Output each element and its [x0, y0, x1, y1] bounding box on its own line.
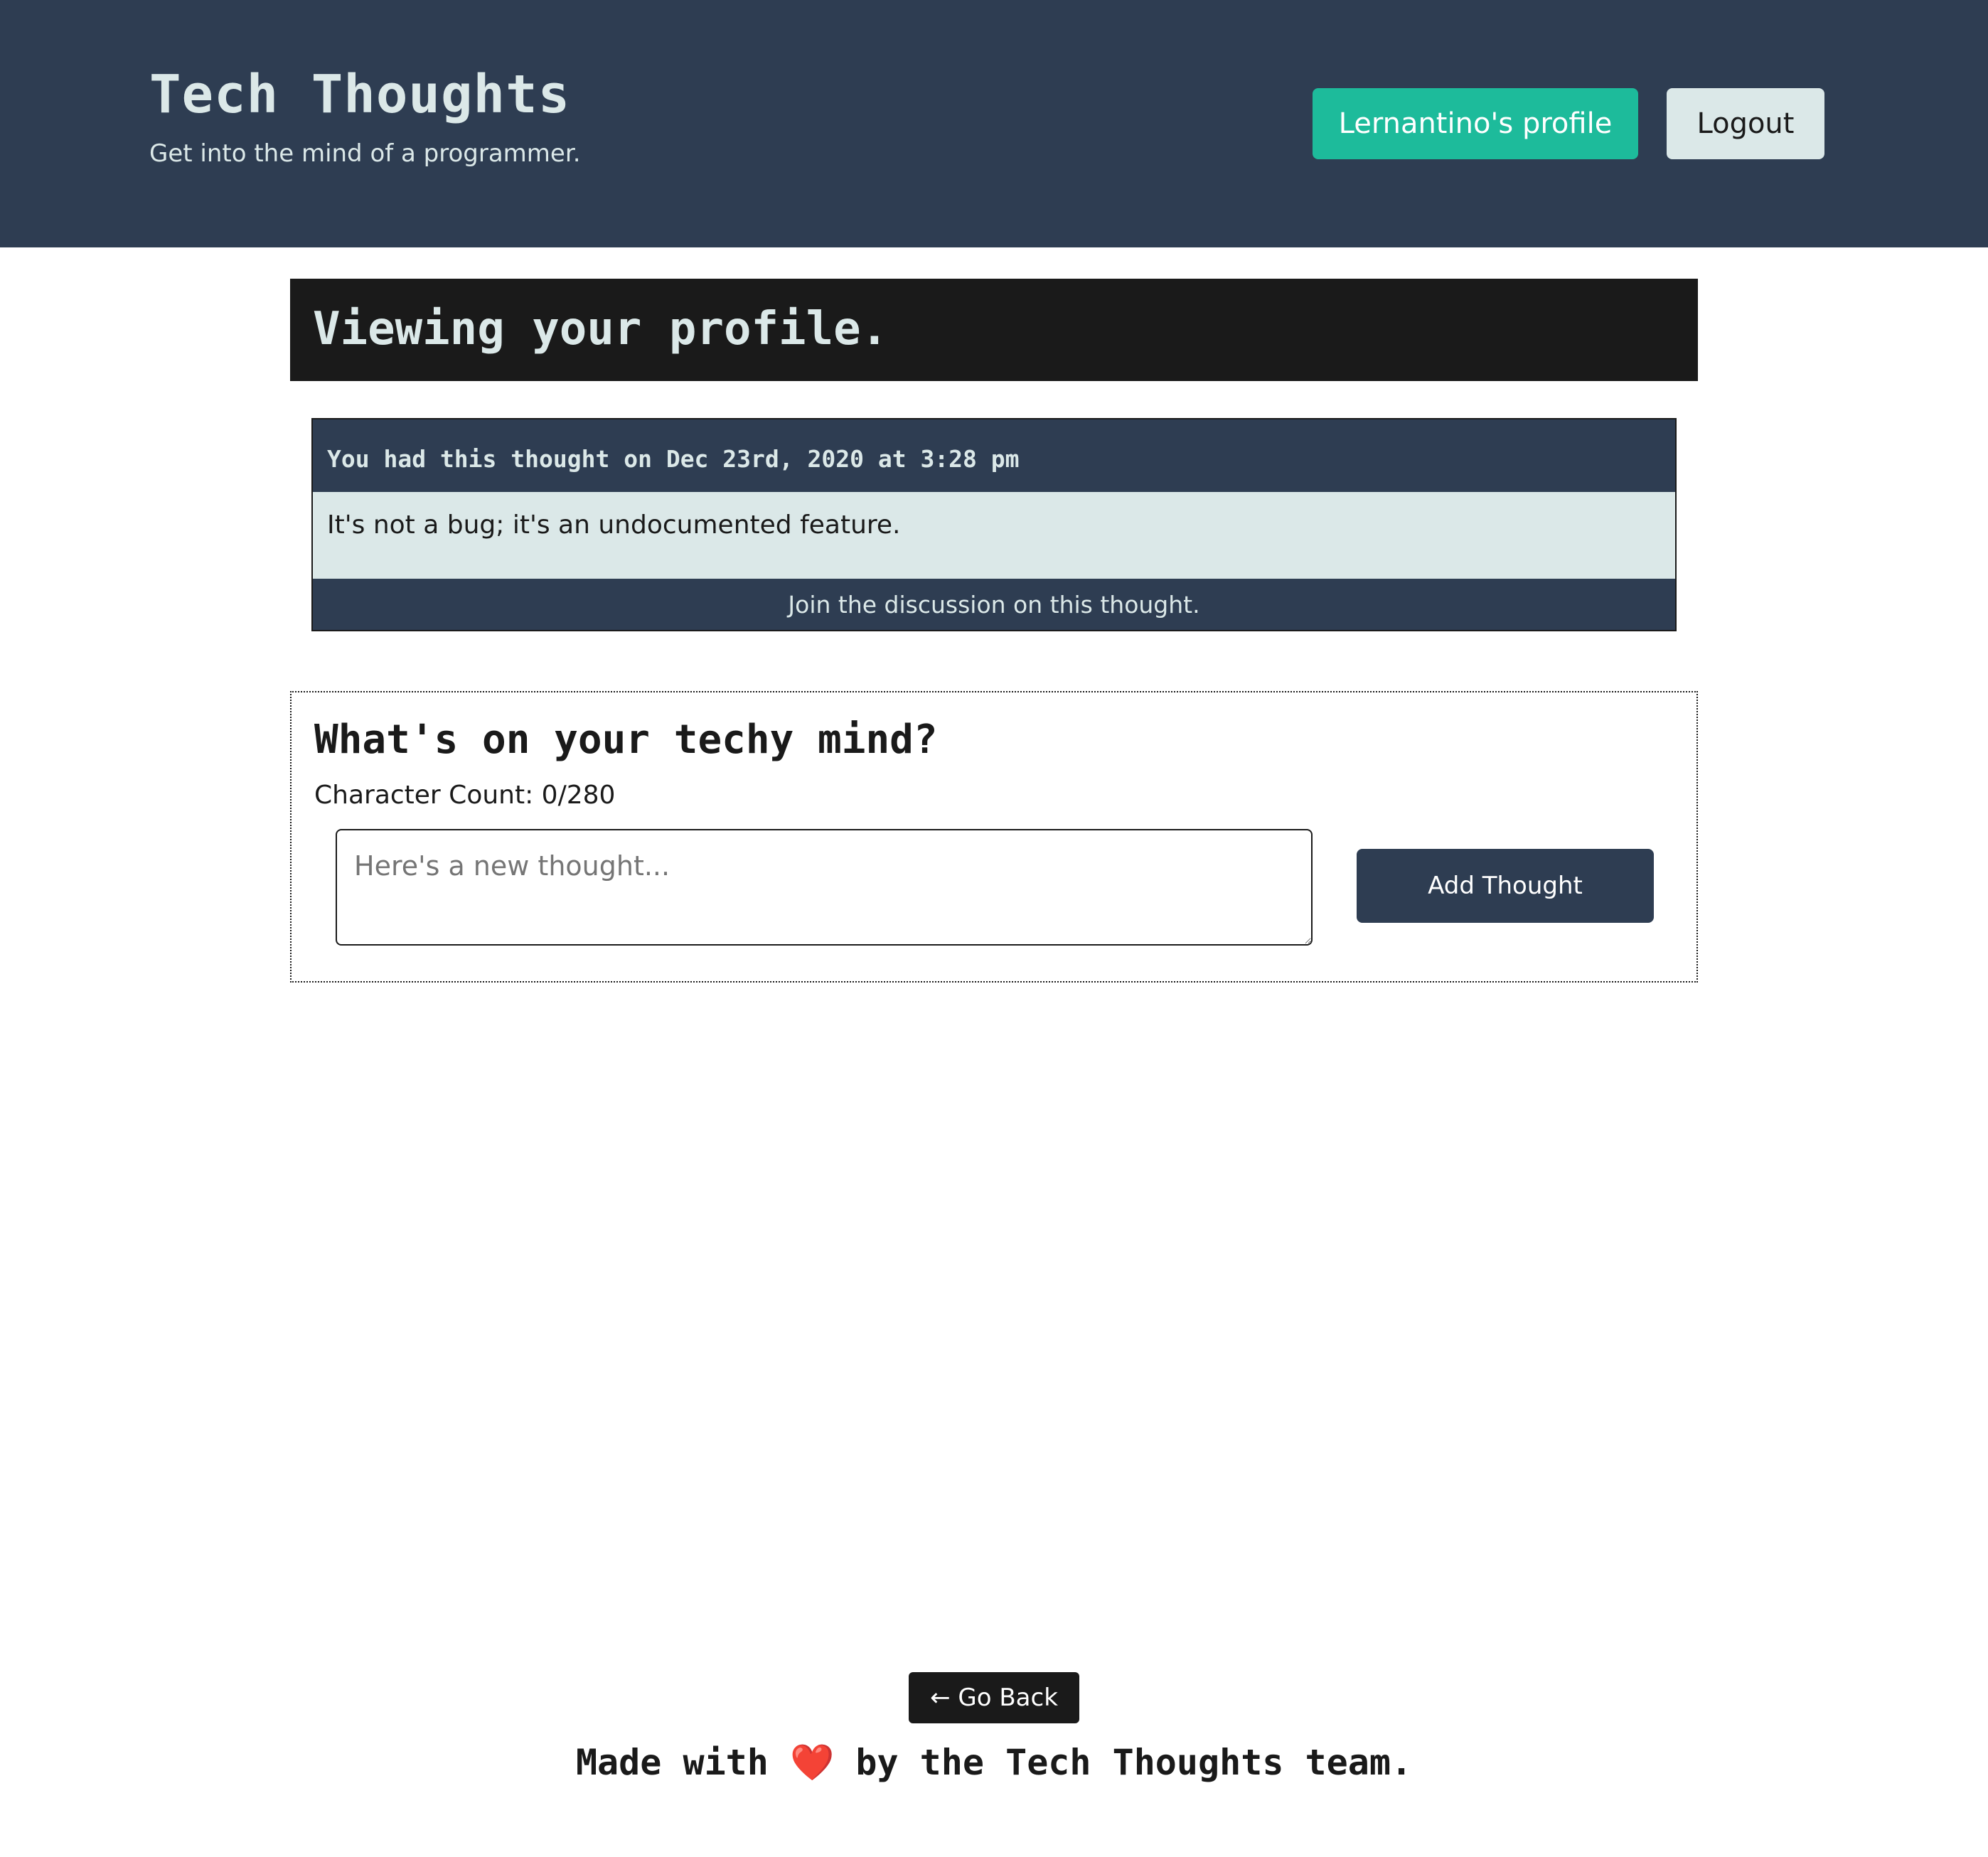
heart-icon: ❤️: [790, 1742, 835, 1783]
site-subtitle: Get into the mind of a programmer.: [149, 139, 581, 168]
form-heading: What's on your techy mind?: [314, 717, 938, 763]
profile-button[interactable]: Lernantino's profile: [1313, 88, 1638, 159]
profile-banner: Viewing your profile.: [290, 279, 1698, 381]
thought-card: You had this thought on Dec 23rd, 2020 a…: [311, 418, 1677, 631]
thought-card-header: You had this thought on Dec 23rd, 2020 a…: [313, 419, 1675, 492]
footer-credit-suffix: by the Tech Thoughts team.: [855, 1742, 1413, 1783]
thought-form: What's on your techy mind? Character Cou…: [290, 691, 1698, 983]
go-back-button[interactable]: ← Go Back: [909, 1672, 1079, 1723]
thought-body: It's not a bug; it's an undocumented fea…: [327, 510, 901, 540]
thought-timestamp: You had this thought on Dec 23rd, 2020 a…: [327, 445, 1020, 473]
footer-credit: Made with ❤️ by the Tech Thoughts team.: [0, 1742, 1988, 1784]
site-title[interactable]: Tech Thoughts: [149, 68, 570, 121]
profile-heading: Viewing your profile.: [313, 303, 889, 355]
footer-credit-prefix: Made with: [575, 1742, 769, 1783]
join-discussion-link[interactable]: Join the discussion on this thought.: [313, 579, 1675, 630]
site-header: Tech Thoughts Get into the mind of a pro…: [0, 0, 1988, 247]
logout-button[interactable]: Logout: [1667, 88, 1824, 159]
add-thought-button[interactable]: Add Thought: [1357, 849, 1654, 923]
thought-textarea[interactable]: [336, 829, 1313, 946]
character-count: Character Count: 0/280: [314, 781, 616, 810]
